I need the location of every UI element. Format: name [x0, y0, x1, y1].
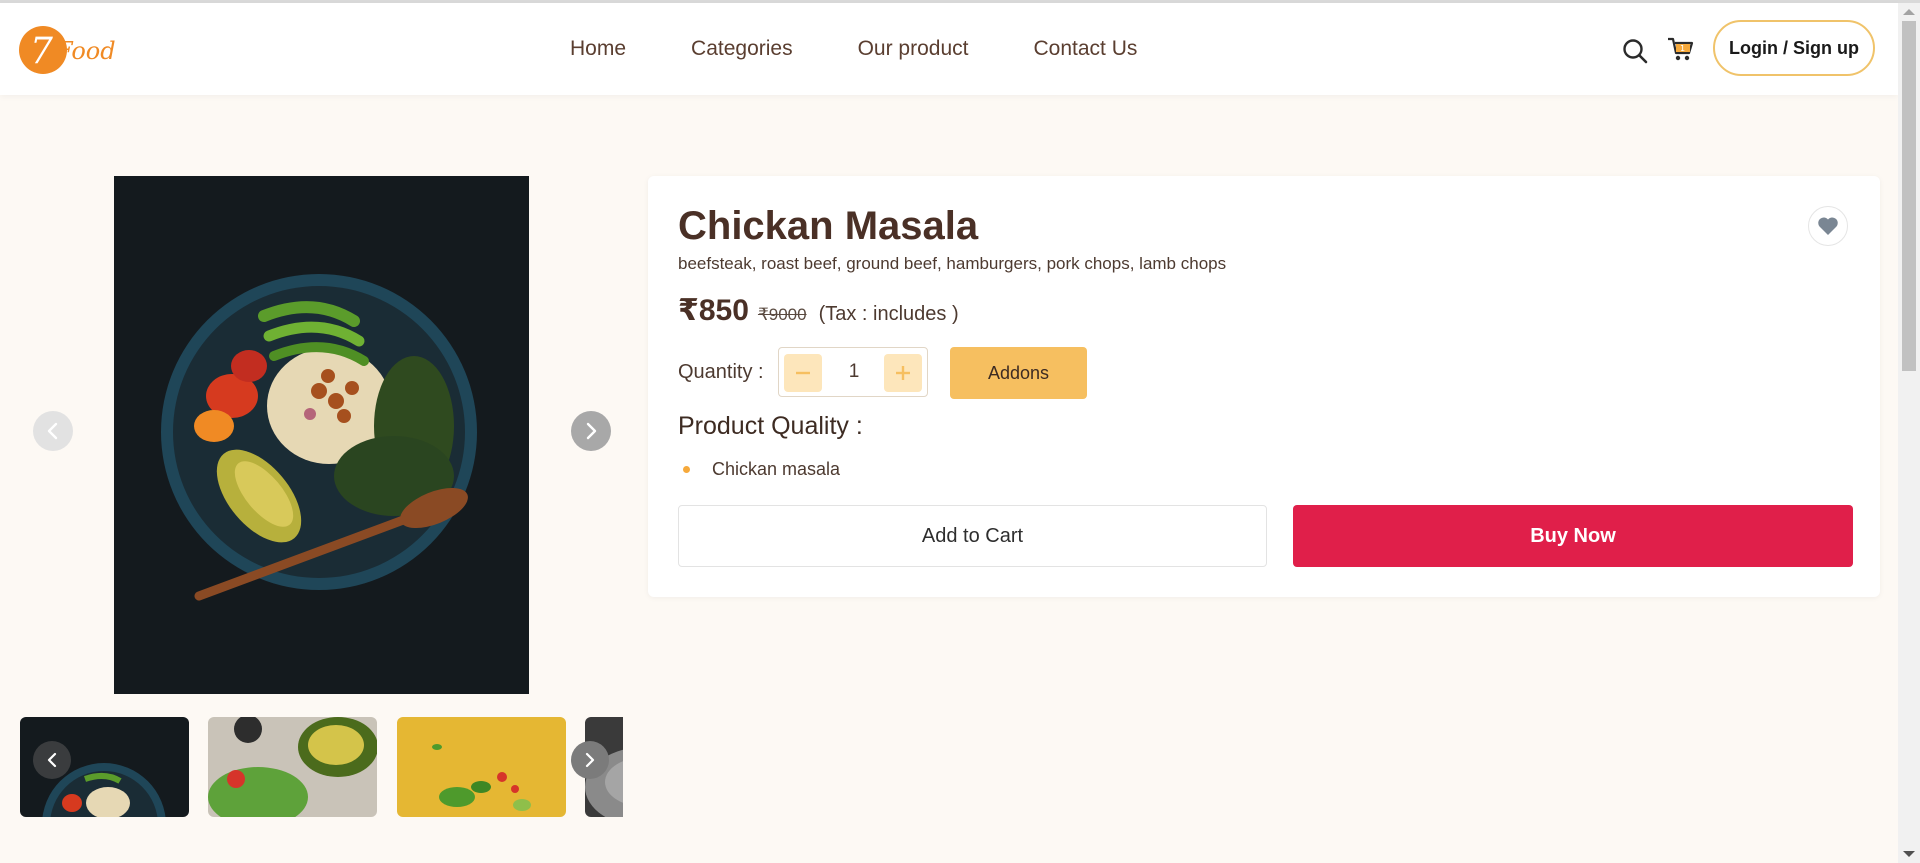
nav-our-product[interactable]: Our product — [858, 37, 969, 61]
minus-icon — [796, 371, 810, 375]
scroll-up-icon[interactable] — [1903, 9, 1915, 15]
cart-count: 1 — [1680, 44, 1685, 53]
thumbnail-next-button[interactable] — [571, 741, 609, 779]
addons-button[interactable]: Addons — [950, 347, 1087, 399]
quality-item-text: Chickan masala — [712, 459, 841, 479]
product-ingredients: beefsteak, roast beef, ground beef, hamb… — [678, 254, 1227, 273]
wishlist-button[interactable] — [1808, 206, 1848, 246]
veggies-yellow-thumb — [397, 717, 566, 817]
original-price: ₹9000 — [757, 305, 807, 324]
scroll-thumb[interactable] — [1902, 21, 1916, 371]
quantity-stepper: 1 — [778, 347, 928, 397]
nav-categories[interactable]: Categories — [691, 37, 793, 61]
gallery-prev-button[interactable] — [33, 411, 73, 451]
nav-contact-us[interactable]: Contact Us — [1033, 37, 1137, 61]
salad-avocado-thumb — [208, 717, 377, 817]
add-to-cart-button[interactable]: Add to Cart — [678, 505, 1267, 567]
plus-icon — [896, 366, 910, 380]
login-signup-button[interactable]: Login / Sign up — [1713, 20, 1875, 76]
thumbnail-strip — [20, 717, 623, 817]
chevron-right-icon — [586, 422, 597, 440]
product-quality-heading: Product Quality : — [678, 412, 863, 440]
heart-icon — [1818, 217, 1838, 235]
site-header: 7 Food Home Categories Our product Conta… — [0, 3, 1898, 95]
quality-list-item: Chickan masala — [678, 459, 840, 480]
svg-text:Food: Food — [55, 37, 116, 65]
thumbnail-veggies[interactable] — [397, 717, 566, 817]
page-scrollbar[interactable] — [1898, 3, 1920, 863]
price-row: ₹850 ₹9000 (Tax : includes ) — [678, 293, 959, 328]
thumbnail-salad[interactable] — [208, 717, 377, 817]
brand-logo[interactable]: 7 Food — [18, 23, 123, 77]
scroll-down-icon[interactable] — [1903, 851, 1915, 857]
product-details-card: Chickan Masala beefsteak, roast beef, gr… — [648, 176, 1880, 597]
current-price: ₹850 — [678, 294, 749, 327]
chevron-left-icon — [47, 422, 58, 440]
buy-now-button[interactable]: Buy Now — [1293, 505, 1853, 567]
nav-home[interactable]: Home — [570, 37, 626, 61]
product-title: Chickan Masala — [678, 204, 979, 248]
quantity-decrease-button[interactable] — [784, 354, 822, 392]
thumbnail-prev-button[interactable] — [33, 741, 71, 779]
food-bowl-image — [114, 176, 529, 694]
svg-text:7: 7 — [30, 31, 53, 72]
quantity-increase-button[interactable] — [884, 354, 922, 392]
tax-note: (Tax : includes ) — [818, 303, 959, 325]
chevron-left-icon — [47, 752, 57, 768]
gallery-next-button[interactable] — [571, 411, 611, 451]
bullet-icon — [683, 466, 690, 473]
search-icon[interactable] — [1621, 37, 1649, 65]
quantity-value[interactable]: 1 — [829, 361, 879, 383]
cart-icon: 1 — [1668, 37, 1694, 61]
main-nav: Home Categories Our product Contact Us — [570, 3, 1202, 95]
cart-button[interactable]: 1 — [1666, 34, 1694, 62]
chevron-right-icon — [585, 752, 595, 768]
quantity-label: Quantity : — [678, 361, 764, 383]
product-main-image — [114, 176, 529, 694]
